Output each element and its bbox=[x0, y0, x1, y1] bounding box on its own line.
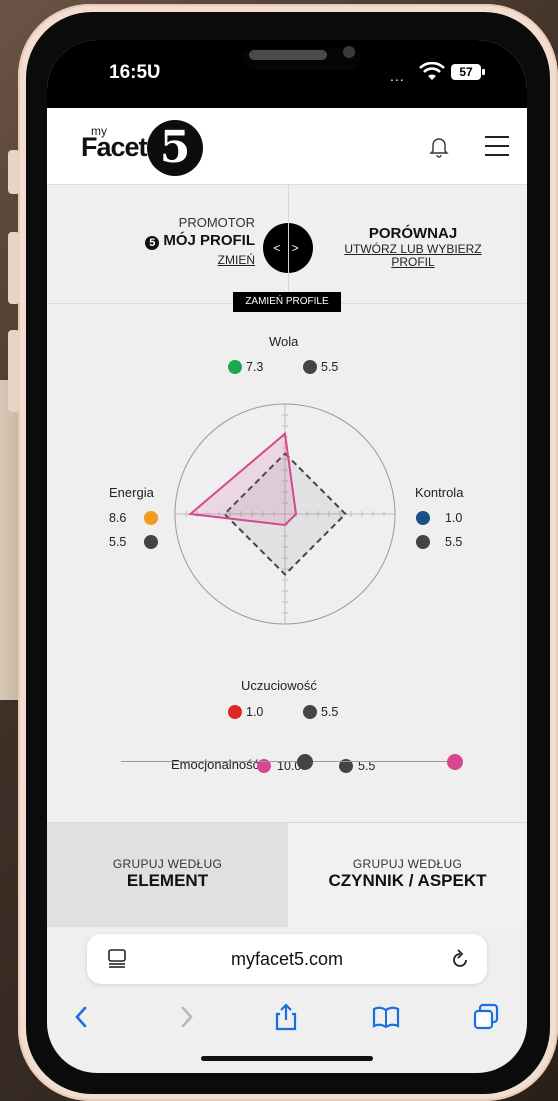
groupby-element-sub: GRUPUJ WEDŁUG bbox=[112, 857, 223, 871]
wola-dot-compare bbox=[303, 360, 317, 374]
compare-title: PORÓWNAJ bbox=[368, 225, 458, 242]
groupby-selector: GRUPUJ WEDŁUG ELEMENT GRUPUJ WEDŁUG CZYN… bbox=[47, 822, 527, 927]
back-icon[interactable] bbox=[67, 1002, 97, 1032]
my-profile-text: MÓJ PROFIL bbox=[163, 232, 255, 249]
logo-facet-text: Facet bbox=[81, 132, 148, 162]
uczuciowosc-value-primary: 1.0 bbox=[246, 705, 264, 719]
groupby-factor-main: CZYNNIK / ASPEKT bbox=[328, 871, 487, 890]
my-profile-title: 5 MÓJ PROFIL bbox=[97, 232, 255, 250]
energia-value-compare: 5.5 bbox=[109, 535, 127, 549]
reload-icon[interactable] bbox=[449, 948, 471, 970]
emocjonalnosc-slider-compare-knob[interactable] bbox=[296, 754, 313, 770]
logo-five-circle: 5 bbox=[147, 120, 203, 176]
myfacet5-logo[interactable]: my Facet 5 bbox=[81, 120, 211, 178]
volume-up-button bbox=[8, 232, 20, 304]
kontrola-value-compare: 5.5 bbox=[445, 535, 463, 549]
groupby-factor-tab[interactable]: GRUPUJ WEDŁUG CZYNNIK / ASPEKT bbox=[288, 823, 527, 927]
wifi-icon bbox=[419, 62, 445, 80]
change-profile-link[interactable]: ZMIEŃ bbox=[167, 253, 255, 267]
create-or-select-profile-link[interactable]: UTWÓRZ LUB WYBIERZ PROFIL bbox=[323, 243, 503, 269]
status-bar: 16:5Ʋ ... 57 bbox=[47, 40, 527, 108]
radar-series-primary bbox=[187, 431, 298, 527]
speaker-pill bbox=[249, 50, 327, 60]
url-text: myfacet5.com bbox=[230, 949, 344, 969]
home-indicator bbox=[201, 1056, 373, 1061]
groupby-factor-sub: GRUPUJ WEDŁUG bbox=[352, 857, 463, 871]
energia-value-primary: 8.6 bbox=[109, 511, 127, 525]
camera-dot bbox=[343, 46, 355, 58]
tabs-icon[interactable] bbox=[471, 1002, 501, 1032]
axis-title-kontrola: Kontrola bbox=[415, 485, 464, 500]
signal-icon: ... bbox=[390, 68, 405, 84]
uczuciowosc-dot-primary bbox=[228, 705, 242, 719]
side-button bbox=[8, 150, 20, 194]
wola-value-primary: 7.3 bbox=[246, 360, 264, 374]
volume-down-button bbox=[8, 330, 20, 412]
kontrola-value-primary: 1.0 bbox=[445, 511, 463, 525]
share-icon[interactable] bbox=[271, 1002, 301, 1032]
status-time: 16:5Ʋ bbox=[109, 62, 161, 83]
forward-icon[interactable] bbox=[171, 1002, 201, 1032]
profile-compare-panel: PROMOTOR 5 MÓJ PROFIL ZMIEŃ < > PORÓWNAJ … bbox=[47, 184, 527, 304]
kontrola-dot-primary bbox=[416, 511, 430, 525]
wola-dot-primary bbox=[228, 360, 242, 374]
axis-title-emocjonalnosc: Emocjonalność bbox=[171, 757, 260, 772]
uczuciowosc-value-compare: 5.5 bbox=[321, 705, 339, 719]
groupby-element-tab[interactable]: GRUPUJ WEDŁUG ELEMENT bbox=[47, 823, 288, 927]
axis-title-uczuciowosc: Uczuciowość bbox=[241, 678, 317, 693]
energia-dot-primary bbox=[144, 511, 158, 525]
site-header: my Facet 5 bbox=[47, 108, 527, 184]
radar-chart-area: Wola 7.3 5.5 Energia 8.6 5.5 Kontrola 1.… bbox=[47, 302, 527, 822]
emocjonalnosc-slider-track bbox=[121, 761, 455, 762]
axis-title-wola: Wola bbox=[269, 334, 299, 349]
hamburger-menu-icon[interactable] bbox=[485, 136, 509, 156]
facet5-mini-icon: 5 bbox=[145, 236, 160, 250]
bell-icon[interactable] bbox=[427, 134, 451, 158]
wola-value-compare: 5.5 bbox=[321, 360, 339, 374]
promotor-label: PROMOTOR bbox=[178, 215, 255, 230]
uczuciowosc-dot-compare bbox=[303, 705, 317, 719]
battery-icon: 57 bbox=[451, 64, 485, 80]
bookmarks-icon[interactable] bbox=[371, 1002, 401, 1032]
axis-title-energia: Energia bbox=[109, 485, 154, 500]
groupby-element-main: ELEMENT bbox=[126, 871, 209, 890]
radar-chart bbox=[174, 403, 396, 625]
browser-url-bar[interactable]: myfacet5.com bbox=[87, 934, 487, 984]
kontrola-dot-compare bbox=[416, 535, 430, 549]
emocjonalnosc-slider-primary-knob[interactable] bbox=[447, 754, 463, 770]
energia-dot-compare bbox=[144, 535, 158, 549]
compare-divider bbox=[288, 184, 289, 302]
phone-screen: 16:5Ʋ ... 57 my Facet 5 PROMOTOR 5 MÓJ PR… bbox=[47, 40, 527, 1073]
